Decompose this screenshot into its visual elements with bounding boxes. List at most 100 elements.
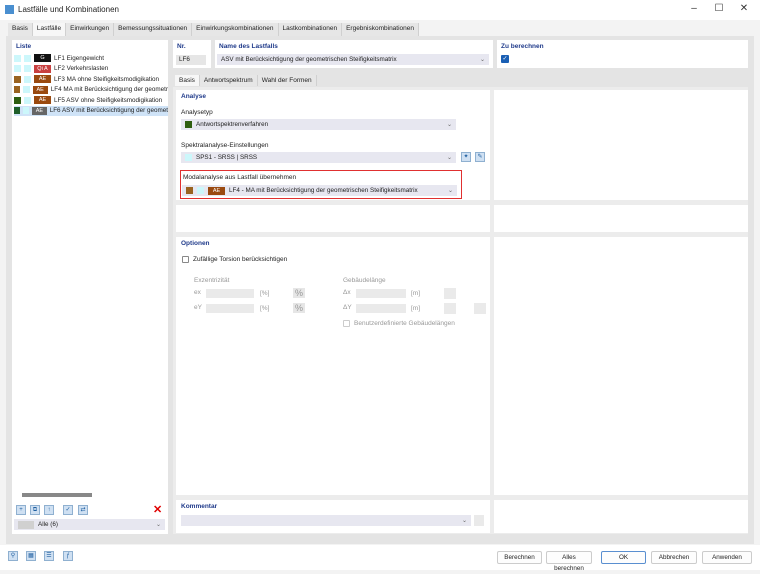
ey-unit: [%] <box>260 305 270 312</box>
analyse-header: Analyse <box>181 93 206 100</box>
blank-panel <box>176 205 490 232</box>
dy-label: ΔY <box>343 304 352 311</box>
bottom-bar <box>0 545 760 570</box>
type-color <box>185 121 192 128</box>
tab-einwirkungskombinationen[interactable]: Einwirkungskombinationen <box>192 23 279 36</box>
torsion-checkbox[interactable] <box>182 256 189 263</box>
options-header: Optionen <box>181 240 210 247</box>
ey-label: eY <box>194 304 202 311</box>
new-settings-icon[interactable]: ✦ <box>461 152 471 162</box>
close-button[interactable]: ✕ <box>736 3 752 14</box>
color-swatch <box>14 96 21 104</box>
name-panel: Name des Lastfalls ASV mit Berücksichtig… <box>215 40 493 68</box>
action-category-badge: G <box>34 54 51 63</box>
dy-pick-icon[interactable] <box>444 303 456 314</box>
dy-input[interactable] <box>356 304 406 313</box>
subtab-wahl-der-formen[interactable]: Wahl der Formen <box>257 75 317 86</box>
list-item-label: LF2 Verkehrslasten <box>54 65 109 73</box>
list-item-label: LF5 ASV ohne Steifigkeitsmodigikation <box>54 96 163 104</box>
list-item-label: LF4 MA mit Berücksichtigung der geometr <box>50 86 168 94</box>
calculate-all-button[interactable]: Alles berechnen <box>546 551 592 572</box>
modal-select[interactable]: AE LF4 - MA mit Berücksichtigung der geom… <box>182 185 457 196</box>
color-swatch <box>24 65 31 73</box>
list-item[interactable]: AE LF6 ASV mit Berücksichtigung der geome… <box>14 105 168 116</box>
dx-unit: [m] <box>411 290 421 297</box>
custom-length-checkbox[interactable] <box>343 320 350 327</box>
calc-panel: Zu berechnen ✓ <box>497 40 748 68</box>
ey-percent-button[interactable]: % <box>293 303 306 313</box>
cancel-button[interactable]: Abbrechen <box>651 551 697 564</box>
title-bar: Lastfälle und Kombinationen – ☐ ✕ <box>0 0 760 20</box>
analysetyp-select[interactable]: Antwortspektrenverfahren ⌄ <box>181 119 456 130</box>
calc-checkbox[interactable]: ✓ <box>501 55 509 63</box>
action-category-badge: AE <box>34 96 51 105</box>
filter-value: Alle (6) <box>38 521 58 528</box>
color-swatch <box>24 96 31 104</box>
tab-basis[interactable]: Basis <box>8 23 33 36</box>
comment-input[interactable]: ⌄ <box>181 515 471 526</box>
nr-label: Nr. <box>177 43 186 50</box>
window-title: Lastfälle und Kombinationen <box>18 5 119 14</box>
subtab-antwortspektrum[interactable]: Antwortspektrum <box>199 75 258 86</box>
name-label: Name des Lastfalls <box>219 43 278 50</box>
sync-icon[interactable]: ⇄ <box>78 505 88 515</box>
list-item[interactable]: AE LF4 MA mit Berücksichtigung der geomet… <box>14 85 168 96</box>
ex-input[interactable] <box>206 289 254 298</box>
ex-unit: [%] <box>260 290 270 297</box>
color-swatch <box>23 86 30 94</box>
check-icon[interactable]: ✓ <box>63 505 73 515</box>
action-category-badge: AE <box>32 106 47 115</box>
tab-lastfaelle[interactable]: Lastfälle <box>32 23 67 36</box>
formula-icon[interactable]: ƒ <box>63 551 73 561</box>
tab-einwirkungen[interactable]: Einwirkungen <box>66 23 115 36</box>
color-swatch <box>14 65 21 73</box>
dx-label: Δx <box>343 289 351 296</box>
list-item[interactable]: AE LF3 MA ohne Steifigkeitsmodigikation <box>14 74 168 85</box>
copy-length-icon[interactable] <box>474 303 486 314</box>
filter-select[interactable]: Alle (6) ⌄ <box>14 519 165 530</box>
copy-icon[interactable]: ⧉ <box>30 505 40 515</box>
list-icon[interactable]: ☰ <box>44 551 54 561</box>
delete-icon[interactable]: ✕ <box>153 503 162 516</box>
comment-panel: Kommentar ⌄ <box>176 500 490 533</box>
tab-lastkombinationen[interactable]: Lastkombinationen <box>278 23 343 36</box>
search-icon[interactable]: ⚲ <box>8 551 18 561</box>
comment-paste-icon[interactable] <box>474 515 484 526</box>
export-icon[interactable]: ↑ <box>44 505 54 515</box>
list-item[interactable]: Qi A LF2 Verkehrslasten <box>14 64 168 75</box>
dx-input[interactable] <box>356 289 406 298</box>
horizontal-scrollbar[interactable] <box>22 493 92 497</box>
ex-percent-button[interactable]: % <box>293 288 306 298</box>
color-swatch <box>24 75 31 83</box>
edit-settings-icon[interactable]: ✎ <box>475 152 485 162</box>
spectral-value: SPS1 - SRSS | SRSS <box>196 154 258 161</box>
length-label: Gebäudelänge <box>343 277 386 284</box>
nr-panel: Nr. LF6 <box>173 40 211 68</box>
calculate-button[interactable]: Berechnen <box>497 551 542 564</box>
list-item[interactable]: G LF1 Eigengewicht <box>14 53 168 64</box>
right-panel-top <box>494 90 748 200</box>
ok-button[interactable]: OK <box>601 551 646 564</box>
new-icon[interactable]: + <box>16 505 26 515</box>
app-icon <box>5 5 14 14</box>
list-item[interactable]: AE LF5 ASV ohne Steifigkeitsmodigikation <box>14 95 168 106</box>
color-swatch <box>24 54 31 62</box>
ex-label: ex <box>194 289 201 296</box>
ey-input[interactable] <box>206 304 254 313</box>
apply-button[interactable]: Anwenden <box>702 551 752 564</box>
dx-pick-icon[interactable] <box>444 288 456 299</box>
subtab-basis[interactable]: Basis <box>175 75 200 86</box>
tab-ergebniskombinationen[interactable]: Ergebniskombinationen <box>342 23 420 36</box>
maximize-button[interactable]: ☐ <box>711 3 727 14</box>
color-swatch <box>14 107 21 115</box>
name-field[interactable]: ASV mit Berücksichtigung der geometrisch… <box>217 54 489 65</box>
right-panel-comment <box>494 500 748 533</box>
nr-field: LF6 <box>176 55 206 65</box>
minimize-button[interactable]: – <box>686 3 702 14</box>
action-category-badge: Qi A <box>34 64 51 73</box>
table-icon[interactable]: ▦ <box>26 551 36 561</box>
action-category-badge: AE <box>32 85 48 94</box>
right-panel-options <box>494 237 748 495</box>
spectral-select[interactable]: SPS1 - SRSS | SRSS ⌄ <box>181 152 456 163</box>
tab-bemessungssituationen[interactable]: Bemessungssituationen <box>114 23 193 36</box>
